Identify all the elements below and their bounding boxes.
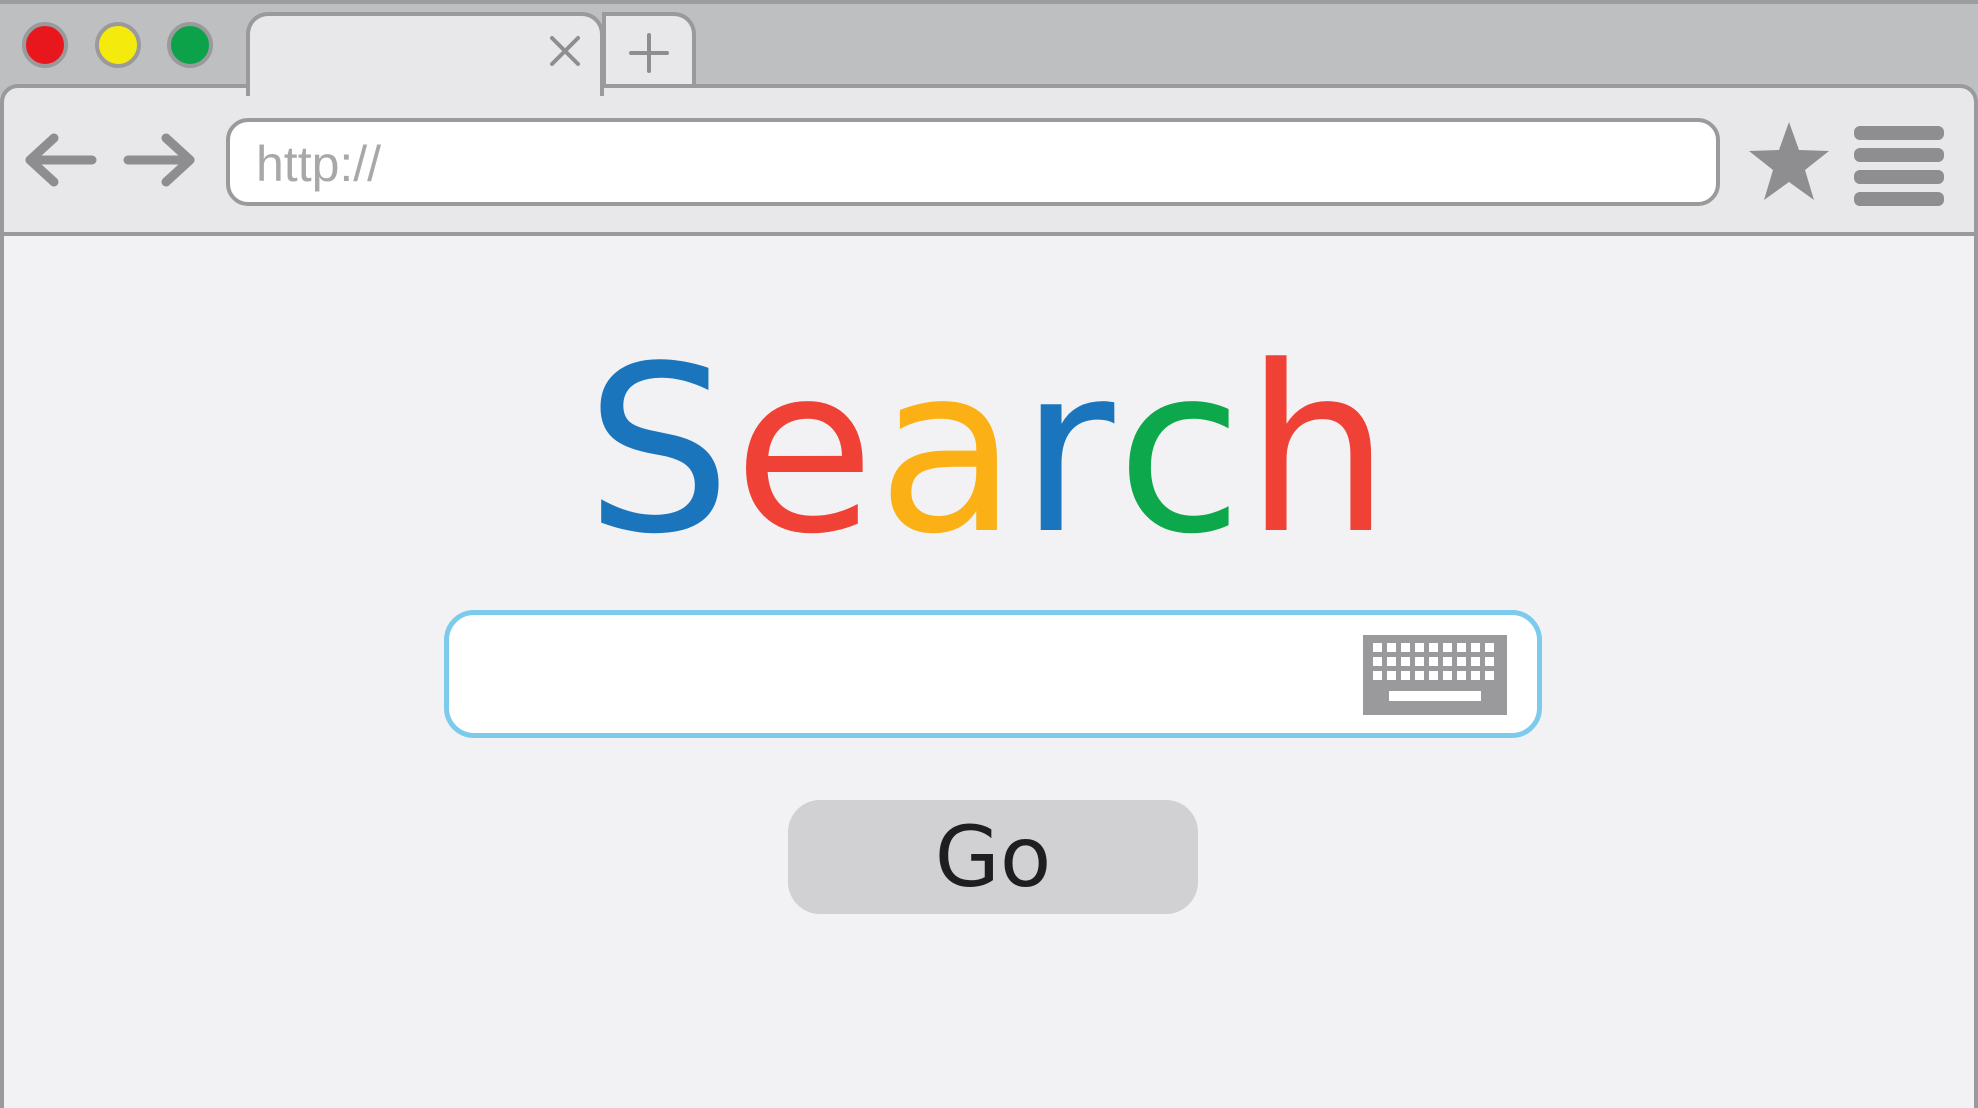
active-tab[interactable] bbox=[246, 12, 604, 96]
new-tab-button[interactable] bbox=[602, 12, 696, 92]
address-bar[interactable]: http:// bbox=[226, 118, 1720, 206]
logo-letter: e bbox=[733, 318, 877, 585]
star-icon[interactable] bbox=[1746, 120, 1832, 202]
logo-letter: c bbox=[1116, 318, 1245, 585]
tab-strip bbox=[0, 0, 1978, 96]
close-icon[interactable] bbox=[544, 30, 586, 72]
search-input[interactable] bbox=[444, 610, 1542, 738]
logo-letter: h bbox=[1244, 318, 1393, 585]
window-maximize-button[interactable] bbox=[167, 22, 213, 68]
arrow-left-icon[interactable] bbox=[22, 132, 98, 188]
keyboard-icon[interactable] bbox=[1363, 635, 1507, 715]
page-content: Search Go bbox=[0, 232, 1978, 1108]
browser-toolbar: http:// bbox=[0, 84, 1978, 236]
hamburger-menu-icon[interactable] bbox=[1854, 122, 1944, 206]
address-text: http:// bbox=[256, 136, 382, 192]
plus-icon bbox=[629, 33, 669, 73]
logo-letter: S bbox=[585, 318, 734, 585]
window-minimize-button[interactable] bbox=[95, 22, 141, 68]
arrow-right-icon[interactable] bbox=[122, 132, 198, 188]
logo-letter: r bbox=[1019, 318, 1117, 585]
search-logo: Search bbox=[4, 332, 1974, 572]
logo-letter: a bbox=[876, 318, 1020, 585]
go-button[interactable]: Go bbox=[788, 800, 1198, 914]
browser-window: http:// Search Go bbox=[0, 0, 1978, 1108]
window-close-button[interactable] bbox=[22, 22, 68, 68]
